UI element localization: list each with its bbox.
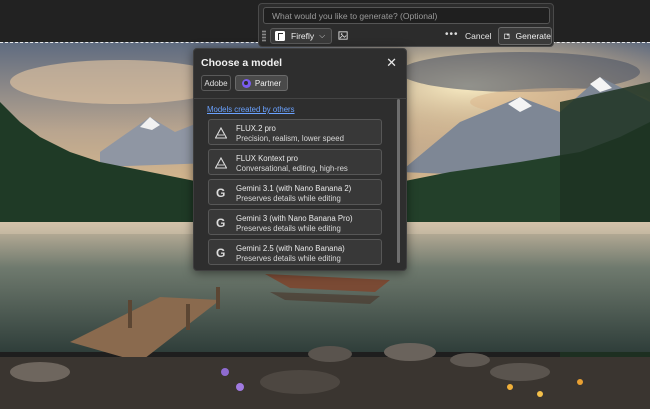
models-created-by-others-link[interactable]: Models created by others <box>207 105 295 114</box>
model-name: FLUX Kontext pro <box>236 154 298 163</box>
partner-icon <box>241 78 251 88</box>
generate-button[interactable]: Generate <box>498 27 552 45</box>
reference-image-icon[interactable] <box>338 30 349 41</box>
google-icon: G <box>216 246 226 260</box>
tab-adobe[interactable]: Adobe <box>201 75 231 91</box>
google-icon: G <box>216 186 226 200</box>
panel-title: Choose a model <box>201 57 283 69</box>
model-chooser-panel: Choose a model ✕ Adobe Partner Models cr… <box>193 48 407 271</box>
model-description: Precision, realism, lower speed <box>236 134 344 143</box>
model-description: Preserves details while editing <box>236 254 341 263</box>
drag-handle-icon[interactable] <box>262 30 266 42</box>
model-item-flux-2-pro[interactable]: FLUX.2 pro Precision, realism, lower spe… <box>208 119 382 145</box>
bfl-icon <box>215 127 227 139</box>
model-description: Preserves details while editing <box>236 194 341 203</box>
model-name: Gemini 2.5 (with Nano Banana) <box>236 244 345 253</box>
model-item-gemini-2-5[interactable]: G Gemini 2.5 (with Nano Banana) Preserve… <box>208 239 382 265</box>
model-description: Conversational, editing, high-res <box>236 164 348 173</box>
prompt-input[interactable] <box>263 7 550 24</box>
divider <box>194 98 406 99</box>
tab-partner-label: Partner <box>254 78 282 88</box>
firefly-icon <box>275 31 285 41</box>
model-name: Gemini 3.1 (with Nano Banana 2) <box>236 184 352 193</box>
cancel-button[interactable]: Cancel <box>465 28 491 44</box>
google-icon: G <box>216 216 226 230</box>
generate-toolbar: Firefly ⌵ ••• Cancel Generate <box>258 3 554 47</box>
model-dropdown[interactable]: Firefly ⌵ <box>270 28 332 44</box>
scrollbar[interactable] <box>397 99 400 263</box>
chevron-down-icon: ⌵ <box>319 31 326 40</box>
model-name: FLUX.2 pro <box>236 124 276 133</box>
model-item-gemini-3-1[interactable]: G Gemini 3.1 (with Nano Banana 2) Preser… <box>208 179 382 205</box>
tab-partner[interactable]: Partner <box>235 75 288 91</box>
model-description: Preserves details while editing <box>236 224 341 233</box>
model-item-gemini-3[interactable]: G Gemini 3 (with Nano Banana Pro) Preser… <box>208 209 382 235</box>
model-item-flux-kontext-pro[interactable]: FLUX Kontext pro Conversational, editing… <box>208 149 382 175</box>
more-options-icon[interactable]: ••• <box>445 29 459 40</box>
bfl-icon <box>215 157 227 169</box>
generate-button-label: Generate <box>515 31 551 41</box>
close-icon[interactable]: ✕ <box>386 55 397 71</box>
model-name: Gemini 3 (with Nano Banana Pro) <box>236 214 353 223</box>
generate-icon <box>504 33 510 39</box>
model-dropdown-label: Firefly <box>291 31 315 41</box>
generate-toolbar-row: Firefly ⌵ ••• Cancel Generate <box>259 26 553 46</box>
